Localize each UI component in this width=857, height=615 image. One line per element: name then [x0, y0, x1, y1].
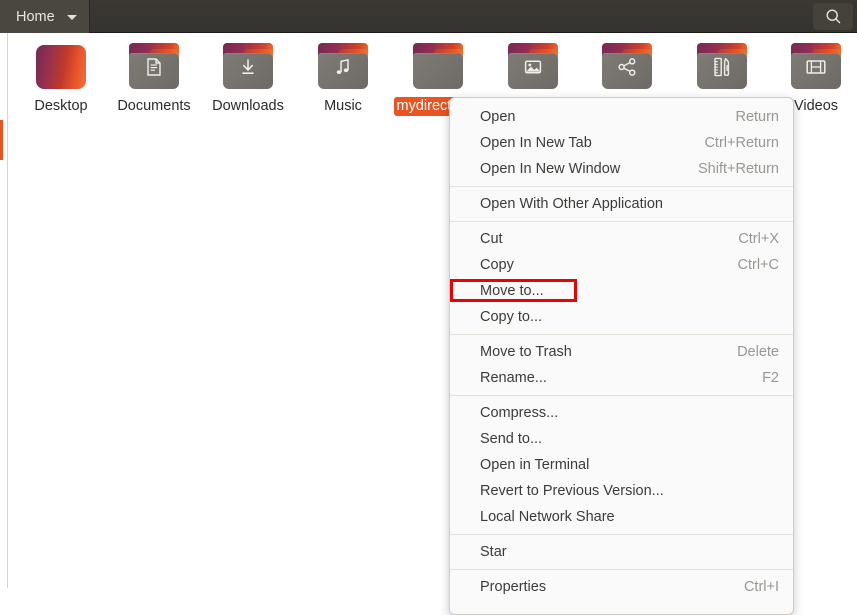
menu-item-open-in-terminal[interactable]: Open in Terminal [450, 452, 793, 478]
menu-item-accelerator: Ctrl+C [737, 257, 780, 273]
menu-item-properties[interactable]: Properties Ctrl+I [450, 574, 793, 600]
menu-item-open-in-new-window[interactable]: Open In New Window Shift+Return [450, 156, 793, 182]
folder-music-icon-emblem [332, 56, 354, 78]
menu-item-label: Open In New Window [480, 161, 621, 177]
path-bar-home-button[interactable]: Home [0, 0, 90, 33]
folder-public-icon-emblem [616, 56, 638, 78]
menu-item-label: Copy to... [480, 309, 543, 325]
menu-item-accelerator: Return [735, 109, 779, 125]
menu-separator [450, 569, 793, 570]
file-item-documents[interactable]: Documents [107, 39, 201, 116]
folder-videos-icon-emblem [805, 56, 827, 78]
menu-item-label: Compress... [480, 405, 559, 421]
menu-item-label: Move to... [480, 283, 544, 299]
menu-item-label: Local Network Share [480, 509, 615, 525]
menu-item-label: Open With Other Application [480, 196, 663, 212]
folder-music-icon [312, 39, 374, 95]
wallpaper-thumbnail-shape [36, 45, 86, 89]
file-item-label: Desktop [34, 98, 88, 114]
menu-item-label: Move to Trash [480, 344, 572, 360]
menu-item-accelerator: Ctrl+I [743, 579, 779, 595]
file-item-label: Videos [793, 98, 839, 114]
menu-item-open[interactable]: Open Return [450, 104, 793, 130]
wallpaper-thumbnail-icon [30, 39, 92, 95]
menu-item-copy-to[interactable]: Copy to... [450, 304, 793, 330]
menu-item-accelerator: Shift+Return [697, 161, 779, 177]
menu-item-label: Open In New Tab [480, 135, 592, 151]
menu-item-label: Copy [480, 257, 514, 273]
chevron-down-icon [66, 15, 77, 20]
menu-item-label: Rename... [480, 370, 547, 386]
menu-item-open-with-other-application[interactable]: Open With Other Application [450, 191, 793, 217]
file-item-label: Music [324, 98, 362, 114]
menu-item-move-to[interactable]: Move to... [450, 278, 793, 304]
search-icon [825, 9, 840, 24]
menu-separator [450, 186, 793, 187]
menu-item-label: Revert to Previous Version... [480, 483, 664, 499]
folder-downloads-icon [217, 39, 279, 95]
file-item-desktop[interactable]: Desktop [14, 39, 108, 116]
menu-item-compress[interactable]: Compress... [450, 400, 793, 426]
menu-separator [450, 334, 793, 335]
folder-body [413, 53, 463, 89]
menu-item-label: Send to... [480, 431, 543, 447]
folder-public-icon [596, 39, 658, 95]
folder-pictures-icon [502, 39, 564, 95]
menu-separator [450, 221, 793, 222]
file-item-music[interactable]: Music [296, 39, 390, 116]
menu-item-accelerator: F2 [762, 370, 779, 386]
menu-item-move-to-trash[interactable]: Move to Trash Delete [450, 339, 793, 365]
menu-item-copy[interactable]: Copy Ctrl+C [450, 252, 793, 278]
folder-pictures-icon-emblem [522, 56, 544, 78]
context-menu[interactable]: Open Return Open In New Tab Ctrl+Return Open… [449, 97, 794, 615]
folder-templates-icon-emblem [711, 56, 733, 78]
menu-item-cut[interactable]: Cut Ctrl+X [450, 226, 793, 252]
menu-item-open-in-new-tab[interactable]: Open In New Tab Ctrl+Return [450, 130, 793, 156]
sidebar-selection-indicator [0, 120, 3, 160]
menu-item-revert-to-previous-version[interactable]: Revert to Previous Version... [450, 478, 793, 504]
menu-item-local-network-share[interactable]: Local Network Share [450, 504, 793, 530]
folder-downloads-icon-emblem [237, 56, 259, 78]
folder-videos-icon [785, 39, 847, 95]
menu-item-label: Star [480, 544, 507, 560]
folder-documents-icon-emblem [143, 56, 165, 78]
menu-item-send-to[interactable]: Send to... [450, 426, 793, 452]
menu-item-label: Open in Terminal [480, 457, 590, 473]
file-item-downloads[interactable]: Downloads [201, 39, 295, 116]
header-bar: Home [0, 0, 857, 33]
path-bar-label: Home [16, 8, 55, 25]
menu-item-label: Open [480, 109, 516, 125]
folder-documents-icon [123, 39, 185, 95]
menu-item-label: Properties [480, 579, 547, 595]
menu-item-rename[interactable]: Rename... F2 [450, 365, 793, 391]
menu-item-label: Cut [480, 231, 503, 247]
menu-item-star[interactable]: Star [450, 539, 793, 565]
folder-generic-icon [407, 39, 469, 95]
folder-shape [413, 43, 463, 89]
file-item-label: Downloads [212, 98, 284, 114]
search-button[interactable] [813, 3, 853, 30]
menu-item-accelerator: Delete [737, 344, 779, 360]
folder-templates-icon [691, 39, 753, 95]
menu-separator [450, 534, 793, 535]
file-item-label: Documents [117, 98, 191, 114]
menu-item-accelerator: Ctrl+X [738, 231, 779, 247]
menu-item-accelerator: Ctrl+Return [704, 135, 779, 151]
menu-separator [450, 395, 793, 396]
sidebar-edge [0, 33, 8, 588]
